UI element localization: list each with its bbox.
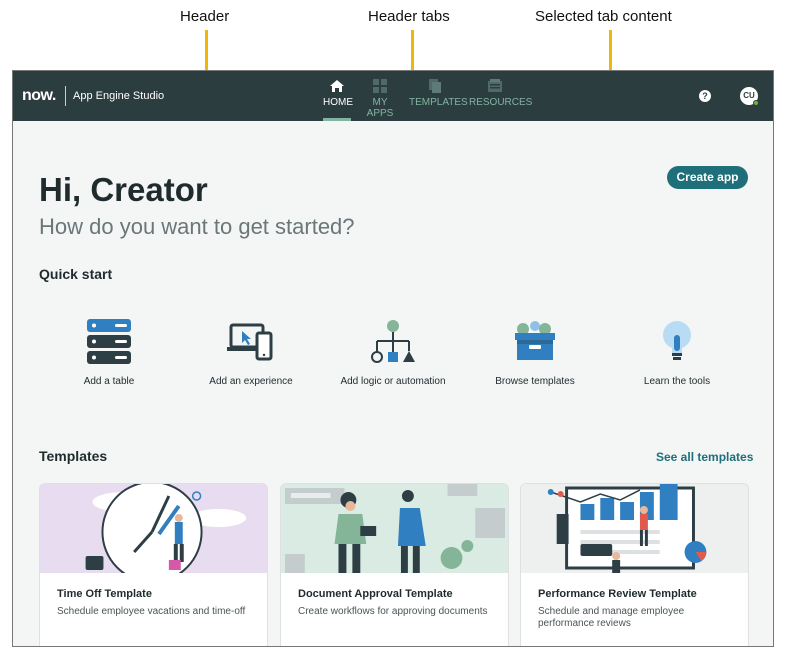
app-window: now. App Engine Studio HOME MY APPS TEMP… [12,70,774,647]
template-card-title: Time Off Template [57,588,152,600]
page-subtitle: How do you want to get started? [39,214,355,239]
quick-start-learn-tools[interactable]: Learn the tools [607,319,747,387]
lightbulb-icon [663,321,691,360]
logo-divider [65,86,66,106]
quick-start-add-experience[interactable]: Add an experience [181,319,321,387]
now-logo[interactable]: now. [22,87,56,105]
template-card-performance-review[interactable]: Performance Review Template Schedule and… [520,483,749,646]
tab-home-label: HOME [323,97,353,108]
quick-start-label: Add a table [83,376,135,387]
see-all-templates-link[interactable]: See all templates [656,450,753,464]
templates-icon [429,79,441,93]
template-card-time-off[interactable]: Time Off Template Schedule employee vaca… [39,483,268,646]
quick-start-add-table[interactable]: Add a table [39,319,179,387]
performance-review-illustration [521,484,748,573]
templates-title: Templates [39,448,108,464]
presence-indicator [753,100,759,106]
tab-my-apps[interactable]: MY APPS [360,79,400,121]
quick-start-label: Learn the tools [643,376,711,387]
document-approval-illustration [281,484,508,573]
selected-tab-content-annotation: Selected tab content [535,8,672,25]
template-card-document-approval[interactable]: Document Approval Template Create workfl… [280,483,509,646]
help-icon[interactable]: ? [699,90,711,102]
app-header: now. App Engine Studio HOME MY APPS TEMP… [13,71,773,121]
home-icon [330,80,344,92]
tab-home[interactable]: HOME [323,79,353,121]
template-card-description: Create workflows for approving documents [298,606,488,617]
header-tabs-annotation: Header tabs [368,8,450,25]
page-title: Hi, Creator [39,171,208,208]
header-annotation: Header [180,8,230,25]
resources-icon [488,79,502,92]
grid-icon [373,79,387,93]
flow-icon [371,320,415,363]
quick-start-add-logic[interactable]: Add logic or automation [323,319,463,387]
template-card-description: Schedule employee vacations and time-off [57,606,246,617]
time-off-illustration [40,484,267,573]
quick-start-label: Browse templates [495,376,575,387]
tab-resources-label: RESOURCES [469,97,533,108]
tab-templates[interactable]: TEMPLATES [409,79,468,121]
template-card-title: Document Approval Template [298,588,453,600]
quick-start-browse-templates[interactable]: Browse templates [465,319,605,387]
template-card-description: Schedule and manage employee performance… [538,606,685,629]
tab-resources[interactable]: RESOURCES [469,79,533,121]
box-icon [515,321,555,360]
quick-start-label: Add logic or automation [340,376,446,387]
devices-icon [227,323,273,361]
quick-start-title: Quick start [39,266,113,282]
tab-templates-label: TEMPLATES [409,97,468,108]
create-app-button[interactable]: Create app [667,166,748,189]
quick-start-label: Add an experience [209,376,293,387]
tab-my-apps-label: MY APPS [366,97,394,119]
table-icon [87,319,131,364]
template-card-title: Performance Review Template [538,588,697,600]
app-name: App Engine Studio [73,90,165,102]
